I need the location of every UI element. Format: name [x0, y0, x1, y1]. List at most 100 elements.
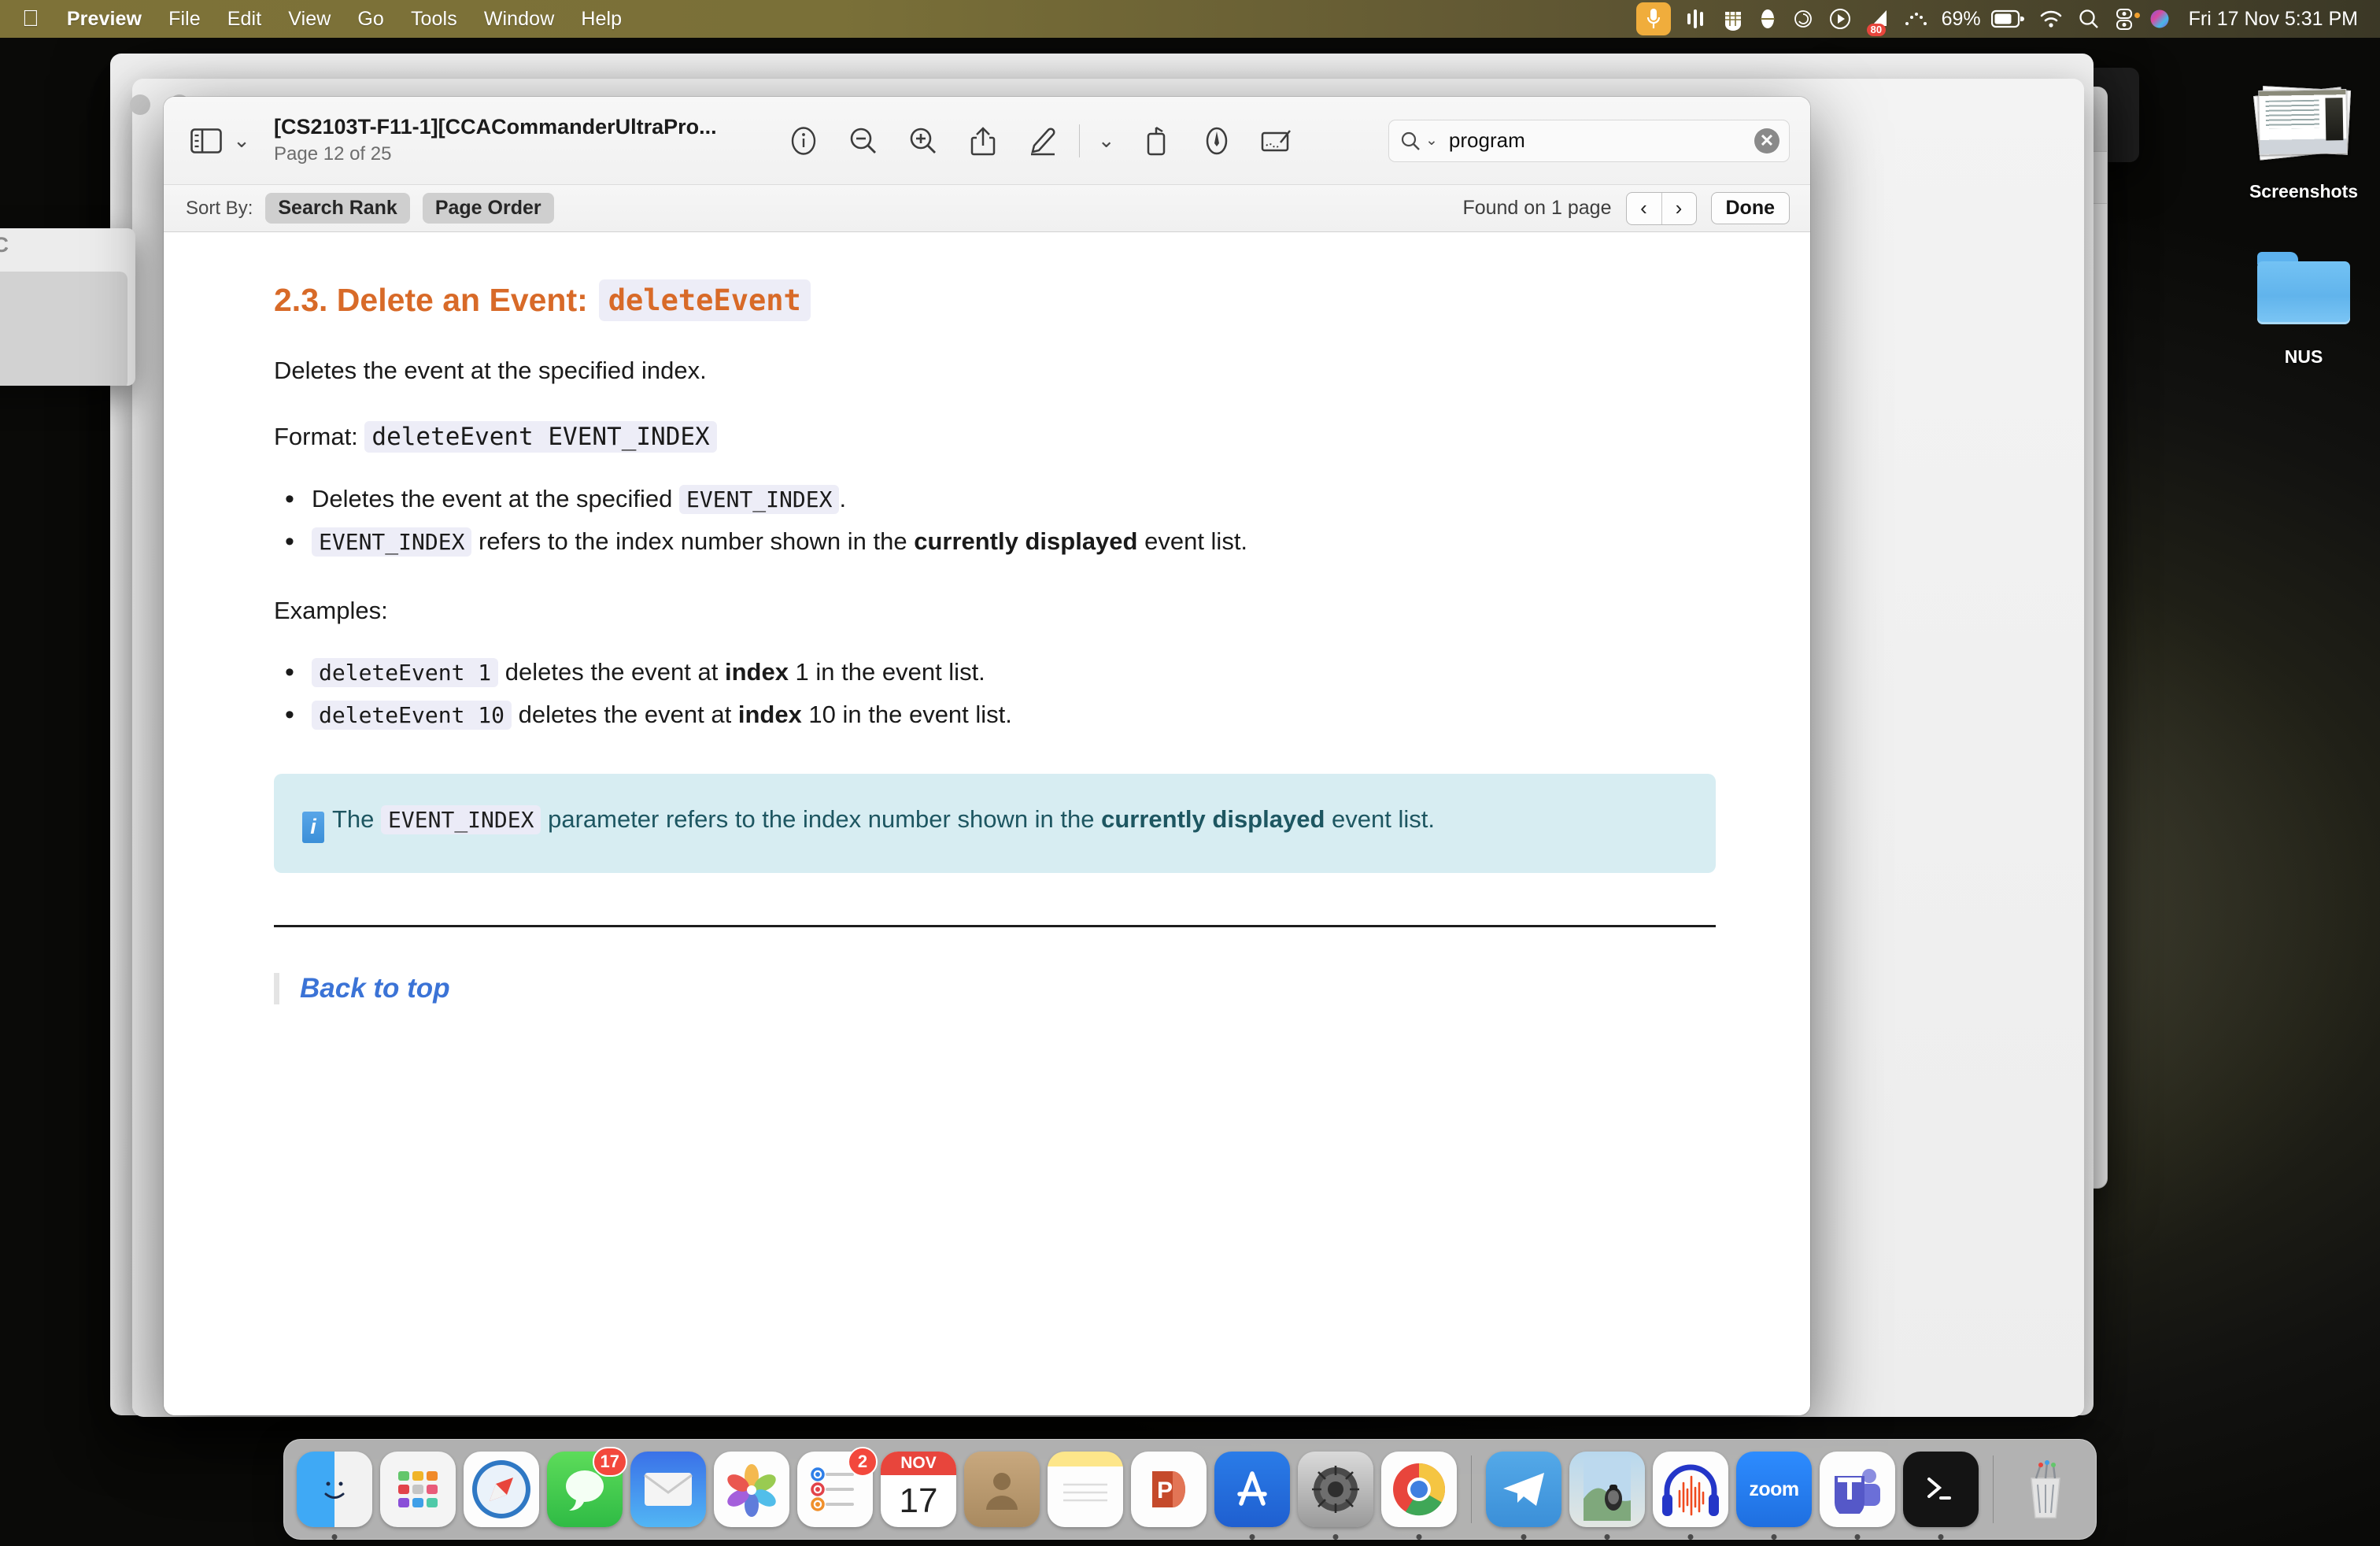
desktop-icon-screenshots[interactable]: Screenshots — [2229, 71, 2378, 202]
control-center-icon[interactable] — [2107, 3, 2142, 35]
audio-levels-icon[interactable] — [1678, 3, 1716, 35]
find-nav-buttons[interactable]: ‹ › — [1626, 192, 1697, 225]
apple-logo-icon[interactable]:  — [19, 0, 54, 38]
dock-item-chrome[interactable] — [1381, 1452, 1457, 1527]
dots-icon[interactable] — [1897, 3, 1935, 35]
sidebar-toggle-icon[interactable] — [186, 120, 227, 161]
dock-item-reminders[interactable]: 2 — [797, 1452, 873, 1527]
search-result-item[interactable]: e 6 1 match : Exit the gram — [0, 272, 128, 386]
search-results-panel[interactable]: T-F11-1][CCAC e 6 1 match : Exit the gra… — [0, 228, 135, 386]
calendar-day-label: 17 — [900, 1475, 938, 1527]
ellipse-icon[interactable] — [1750, 3, 1785, 35]
running-indicator — [1855, 1534, 1861, 1540]
bullet-pre-text: Deletes the event at the specified — [312, 485, 679, 512]
toolbar-divider — [1079, 124, 1080, 157]
desktop-icon-label: NUS — [2229, 346, 2378, 368]
bullet-post-text: refers to the index number shown in the — [471, 527, 914, 555]
info-icon[interactable] — [774, 116, 833, 166]
document-content: 2.3. Delete an Event: deleteEvent Delete… — [164, 232, 1810, 1004]
wifi-icon[interactable] — [2031, 3, 2071, 35]
dock-item-launchpad[interactable] — [380, 1452, 456, 1527]
menu-bar-clock[interactable]: Fri 17 Nov 5:31 PM — [2178, 8, 2363, 31]
running-indicator — [1521, 1534, 1527, 1540]
markup-chevron-icon[interactable]: ⌄ — [1086, 116, 1127, 166]
find-nav-group: Found on 1 page ‹ › Done — [1462, 192, 1790, 225]
menu-tools[interactable]: Tools — [397, 0, 471, 38]
dock-item-safari[interactable] — [464, 1452, 539, 1527]
search-icon[interactable] — [2071, 3, 2107, 35]
folder-icon — [2229, 236, 2378, 340]
dock-item-contacts[interactable] — [964, 1452, 1040, 1527]
list-item: deleteEvent 10 deletes the event at inde… — [274, 695, 1716, 734]
menu-window[interactable]: Window — [471, 0, 568, 38]
info-callout: iThe EVENT_INDEX parameter refers to the… — [274, 774, 1716, 873]
dock-item-messages[interactable]: 17 — [547, 1452, 623, 1527]
example-post-text: 10 in the event list. — [802, 701, 1012, 728]
callout-post-text: event list. — [1325, 805, 1435, 833]
dock-item-terminal[interactable] — [1903, 1452, 1979, 1527]
dock-item-mail[interactable] — [630, 1452, 706, 1527]
annotate-icon[interactable] — [1187, 116, 1247, 166]
menu-view[interactable]: View — [275, 0, 344, 38]
share-icon[interactable] — [953, 116, 1013, 166]
dock-item-preview[interactable] — [1569, 1452, 1645, 1527]
zoom-out-icon[interactable] — [833, 116, 893, 166]
previous-result-button[interactable]: ‹ — [1627, 193, 1661, 224]
chevron-down-icon[interactable]: ⌄ — [1425, 131, 1438, 150]
close-button[interactable] — [130, 94, 150, 115]
menu-bar-left:  Preview File Edit View Go Tools Window… — [0, 0, 635, 38]
dock-item-powerpoint[interactable]: P — [1131, 1452, 1207, 1527]
menu-preview[interactable]: Preview — [54, 0, 155, 38]
rotate-icon[interactable] — [1127, 116, 1187, 166]
battery-icon[interactable] — [1984, 3, 2031, 35]
sort-page-order-button[interactable]: Page Order — [423, 193, 554, 224]
sort-search-rank-button[interactable]: Search Rank — [265, 193, 409, 224]
dock-item-system-settings[interactable] — [1298, 1452, 1373, 1527]
volume-icon[interactable]: 80 — [1859, 3, 1897, 35]
grid-icon[interactable] — [1716, 3, 1750, 35]
running-indicator — [1417, 1534, 1422, 1540]
search-query-text[interactable]: program — [1449, 128, 1750, 153]
done-button[interactable]: Done — [1711, 192, 1791, 224]
list-item: EVENT_INDEX refers to the index number s… — [274, 522, 1716, 561]
signature-icon[interactable] — [1247, 116, 1306, 166]
chevron-down-icon[interactable]: ⌄ — [227, 128, 257, 153]
image-stack-icon — [2229, 71, 2378, 175]
spiral-icon[interactable] — [1785, 3, 1821, 35]
format-paragraph: Format: deleteEvent EVENT_INDEX — [274, 420, 1716, 454]
dock-item-trash[interactable] — [2008, 1452, 2083, 1527]
dock-item-notes[interactable] — [1048, 1452, 1123, 1527]
zoom-in-icon[interactable] — [893, 116, 953, 166]
found-status-text: Found on 1 page — [1462, 197, 1611, 220]
menu-file[interactable]: File — [155, 0, 214, 38]
menu-edit[interactable]: Edit — [214, 0, 275, 38]
notification-badge: 17 — [593, 1447, 627, 1477]
siri-icon[interactable] — [2142, 3, 2178, 35]
running-indicator — [1250, 1534, 1255, 1540]
microphone-icon[interactable] — [1629, 3, 1678, 35]
preview-window[interactable]: ⌄ [CS2103T-F11-1][CCACommanderUltraPro..… — [164, 97, 1810, 1415]
back-to-top-link[interactable]: Back to top — [274, 973, 1716, 1004]
dock-item-calendar[interactable]: NOV 17 — [881, 1452, 956, 1527]
dock-item-app-store[interactable] — [1214, 1452, 1290, 1527]
desktop-icon-nus[interactable]: NUS — [2229, 236, 2378, 368]
dock-item-audacity[interactable] — [1653, 1452, 1728, 1527]
next-result-button[interactable]: › — [1661, 193, 1696, 224]
play-circle-icon[interactable] — [1821, 3, 1859, 35]
dock-item-telegram[interactable] — [1486, 1452, 1561, 1527]
dock-item-zoom[interactable]: zoom — [1736, 1452, 1812, 1527]
document-page[interactable]: 2.3. Delete an Event: deleteEvent Delete… — [164, 232, 1810, 1415]
menu-help[interactable]: Help — [567, 0, 635, 38]
clear-x-icon[interactable]: ✕ — [1754, 128, 1779, 153]
example-bold-text: index — [725, 658, 789, 686]
menu-go[interactable]: Go — [344, 0, 397, 38]
search-input[interactable]: ⌄ program ✕ — [1388, 120, 1790, 162]
zoom-label: zoom — [1736, 1452, 1812, 1527]
examples-bullet-list: deleteEvent 1 deletes the event at index… — [274, 653, 1716, 734]
dock-item-finder[interactable] — [297, 1452, 372, 1527]
dock-item-teams[interactable] — [1820, 1452, 1895, 1527]
dock-item-photos[interactable] — [714, 1452, 789, 1527]
markup-pen-icon[interactable] — [1013, 116, 1073, 166]
format-label: Format: — [274, 423, 358, 450]
example-bold-text: index — [738, 701, 802, 728]
